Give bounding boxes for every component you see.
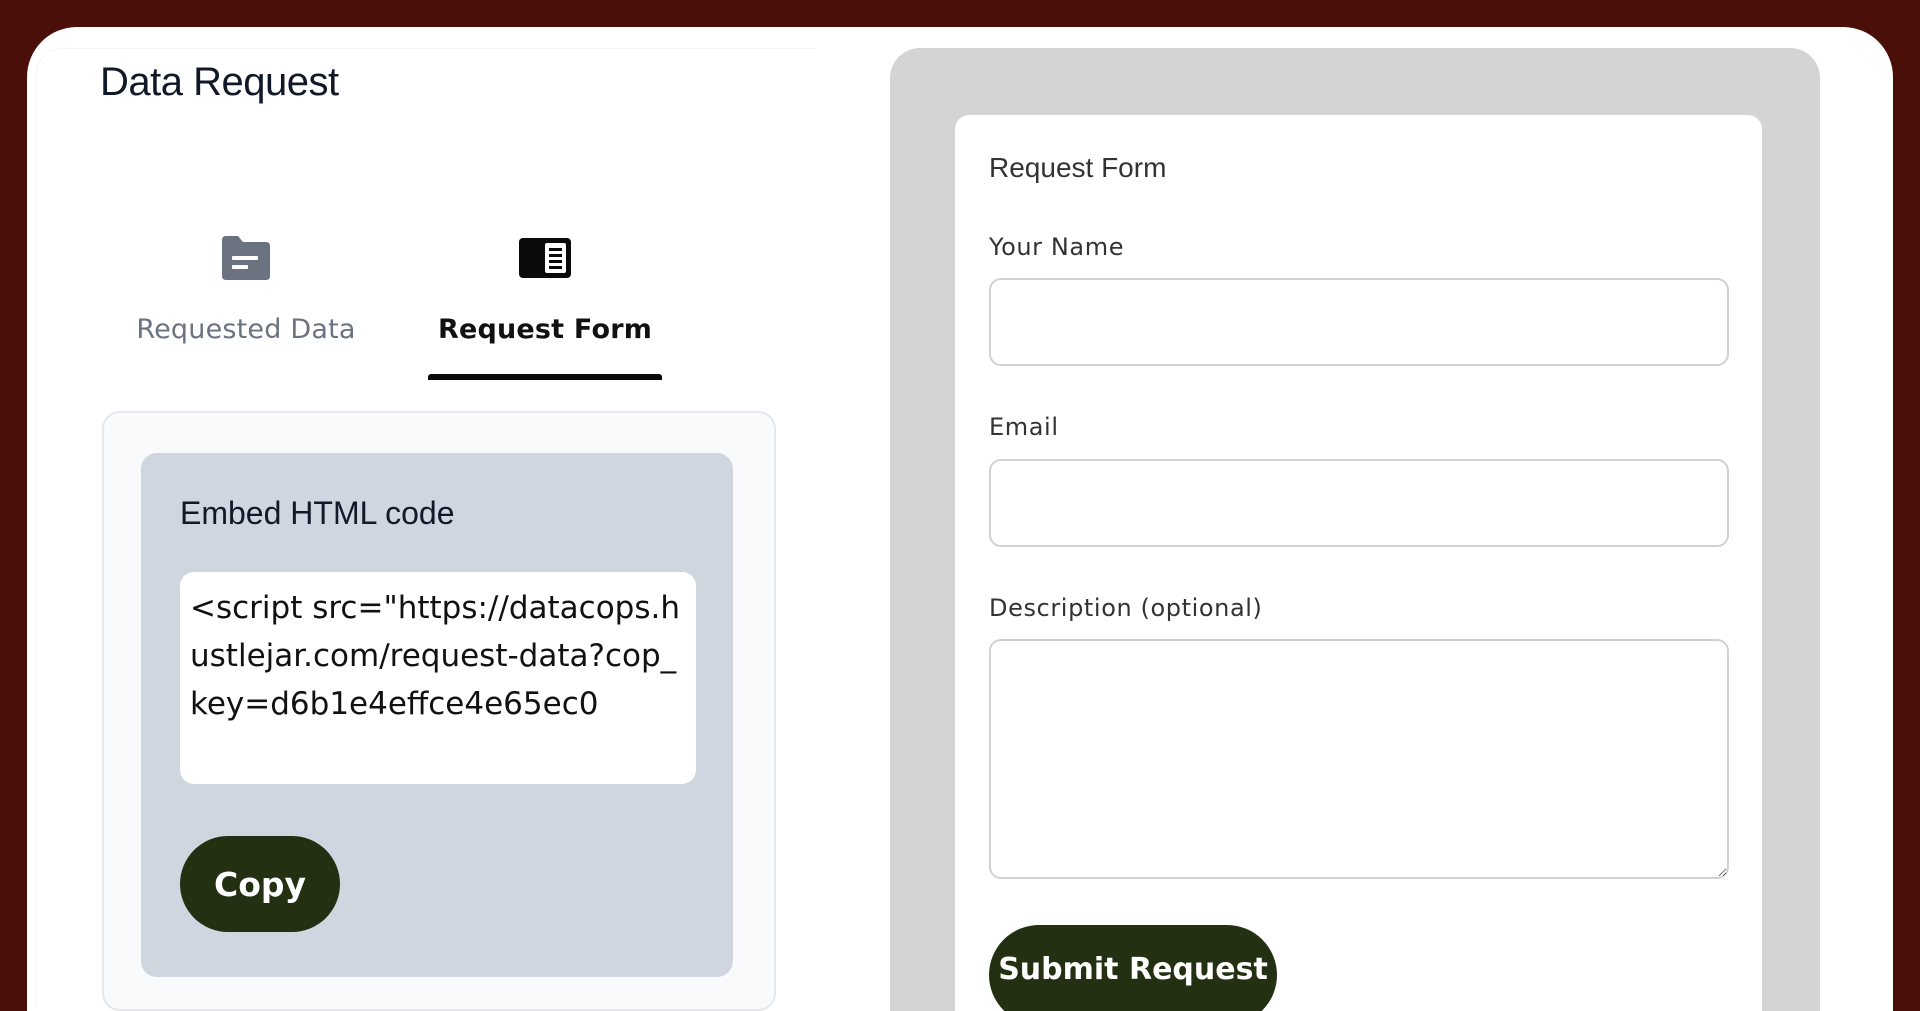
embed-title: Embed HTML code [180,495,455,531]
name-input[interactable] [989,278,1729,366]
name-label: Your Name [989,233,1125,261]
description-textarea[interactable] [989,639,1729,879]
email-input[interactable] [989,459,1729,547]
tab-label: Request Form [437,314,653,345]
copy-button[interactable]: Copy [180,836,340,932]
page-title: Data Request [100,60,339,104]
app-content: Data Request Requested Data Request Form… [27,27,1893,1011]
tab-label: Requested Data [136,314,356,345]
description-label: Description (optional) [989,594,1263,622]
active-tab-indicator [428,374,662,380]
folder-document-icon [218,234,274,282]
tab-request-form[interactable]: Request Form [425,210,665,380]
embed-code-box[interactable]: <script src="https://datacops.hustlejar.… [180,572,696,784]
email-label: Email [989,413,1059,441]
tab-requested-data[interactable]: Requested Data [126,210,366,380]
submit-request-button[interactable]: Submit Request [989,925,1277,1011]
form-layout-icon [517,234,573,282]
form-title: Request Form [989,152,1167,183]
